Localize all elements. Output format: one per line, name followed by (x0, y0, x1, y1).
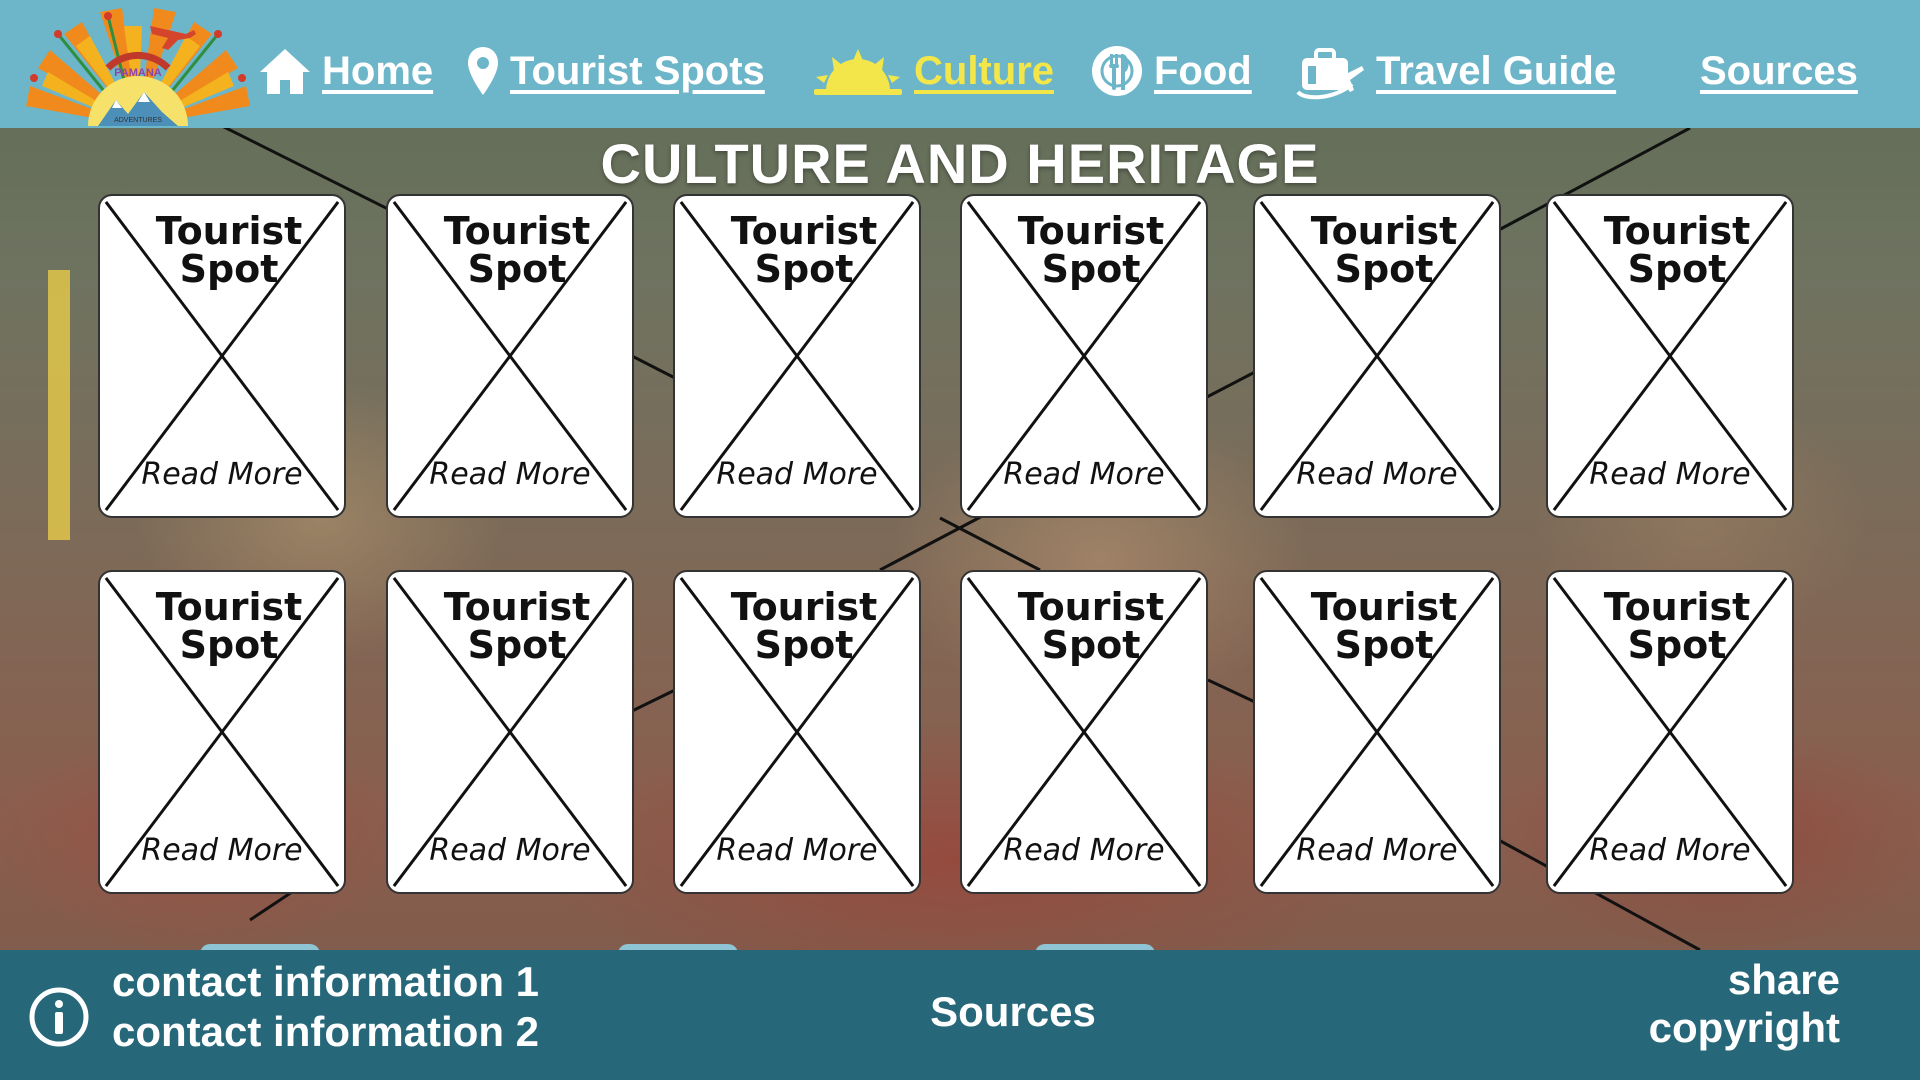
tourist-spot-card[interactable]: Tourist Spot Read More (673, 570, 921, 894)
nav-sources-label: Sources (1700, 48, 1858, 93)
card-title-line1: Tourist (730, 585, 878, 629)
nav-tourist-spots-label: Tourist Spots (510, 48, 765, 93)
card-title: Tourist Spot (675, 212, 919, 288)
card-title-line1: Tourist (1603, 209, 1751, 253)
tourist-spot-card[interactable]: Tourist Spot Read More (1546, 194, 1794, 518)
tourist-spot-card[interactable]: Tourist Spot Read More (98, 194, 346, 518)
tourist-spot-card[interactable]: Tourist Spot Read More (386, 194, 634, 518)
card-title: Tourist Spot (388, 588, 632, 664)
read-more-link[interactable]: Read More (962, 833, 1206, 868)
card-title-line1: Tourist (443, 209, 591, 253)
tourist-spot-card[interactable]: Tourist Spot Read More (960, 570, 1208, 894)
card-title-line2: Spot (179, 623, 279, 667)
nav-tourist-spots[interactable]: Tourist Spots (466, 40, 765, 102)
card-title: Tourist Spot (675, 588, 919, 664)
card-title-line2: Spot (1627, 623, 1727, 667)
card-title-line1: Tourist (155, 585, 303, 629)
read-more-link[interactable]: Read More (100, 833, 344, 868)
plate-cutlery-icon (1092, 46, 1142, 96)
card-title-line1: Tourist (443, 585, 591, 629)
card-title: Tourist Spot (100, 212, 344, 288)
card-title-line2: Spot (179, 247, 279, 291)
top-nav-bar: PAMANA ADVENTURES Home Tourist Spots Cul… (0, 0, 1920, 128)
svg-text:PAMANA: PAMANA (114, 67, 162, 79)
nav-culture-label: Culture (914, 48, 1054, 93)
pamana-adventures-logo[interactable]: PAMANA ADVENTURES (18, 2, 258, 130)
card-title-line2: Spot (1334, 623, 1434, 667)
card-title-line2: Spot (754, 623, 854, 667)
card-title-line1: Tourist (730, 209, 878, 253)
read-more-link[interactable]: Read More (1255, 457, 1499, 492)
card-title-line1: Tourist (1310, 585, 1458, 629)
nav-food[interactable]: Food (1090, 40, 1252, 102)
card-title-line2: Spot (1334, 247, 1434, 291)
nav-food-label: Food (1154, 48, 1252, 93)
card-title: Tourist Spot (962, 588, 1206, 664)
tourist-spot-card[interactable]: Tourist Spot Read More (1253, 570, 1501, 894)
tourist-spot-card[interactable]: Tourist Spot Read More (960, 194, 1208, 518)
card-title-line2: Spot (754, 247, 854, 291)
read-more-link[interactable]: Read More (1548, 457, 1792, 492)
card-title-line2: Spot (1627, 247, 1727, 291)
card-title: Tourist Spot (1255, 588, 1499, 664)
card-title-line1: Tourist (155, 209, 303, 253)
card-title-line1: Tourist (1603, 585, 1751, 629)
card-title-line1: Tourist (1017, 585, 1165, 629)
card-title: Tourist Spot (1548, 588, 1792, 664)
read-more-link[interactable]: Read More (962, 457, 1206, 492)
card-title: Tourist Spot (962, 212, 1206, 288)
suitcase-plane-icon (1296, 48, 1364, 100)
page-title: CULTURE AND HERITAGE (600, 132, 1320, 195)
read-more-link[interactable]: Read More (675, 833, 919, 868)
read-more-link[interactable]: Read More (675, 457, 919, 492)
tourist-spot-card[interactable]: Tourist Spot Read More (1253, 194, 1501, 518)
card-title: Tourist Spot (100, 588, 344, 664)
card-title: Tourist Spot (1548, 212, 1792, 288)
card-title-line2: Spot (1041, 623, 1141, 667)
nav-home[interactable]: Home (258, 40, 433, 102)
tourist-spot-card[interactable]: Tourist Spot Read More (98, 570, 346, 894)
nav-travel-guide-label: Travel Guide (1376, 48, 1617, 93)
map-pin-icon (468, 47, 498, 95)
card-title-line2: Spot (1041, 247, 1141, 291)
read-more-link[interactable]: Read More (100, 457, 344, 492)
nav-travel-guide[interactable]: Travel Guide (1294, 40, 1616, 102)
footer-sources-link[interactable]: Sources (0, 988, 1920, 1036)
svg-text:ADVENTURES: ADVENTURES (114, 117, 162, 124)
card-title-line2: Spot (467, 247, 567, 291)
share-link[interactable]: share (1728, 956, 1840, 1004)
nav-culture[interactable]: Culture (812, 40, 1054, 102)
tourist-spot-card[interactable]: Tourist Spot Read More (386, 570, 634, 894)
sun-icon (814, 49, 902, 95)
card-title: Tourist Spot (1255, 212, 1499, 288)
nav-sources[interactable]: Sources (1700, 40, 1858, 102)
nav-home-label: Home (322, 48, 434, 93)
read-more-link[interactable]: Read More (388, 457, 632, 492)
tourist-spot-card[interactable]: Tourist Spot Read More (673, 194, 921, 518)
card-title-line1: Tourist (1310, 209, 1458, 253)
read-more-link[interactable]: Read More (388, 833, 632, 868)
card-title-line2: Spot (467, 623, 567, 667)
copyright-text: copyright (1648, 1004, 1840, 1051)
card-title-line1: Tourist (1017, 209, 1165, 253)
home-icon (260, 49, 310, 94)
tourist-spot-card[interactable]: Tourist Spot Read More (1546, 570, 1794, 894)
read-more-link[interactable]: Read More (1548, 833, 1792, 868)
card-title: Tourist Spot (388, 212, 632, 288)
read-more-link[interactable]: Read More (1255, 833, 1499, 868)
